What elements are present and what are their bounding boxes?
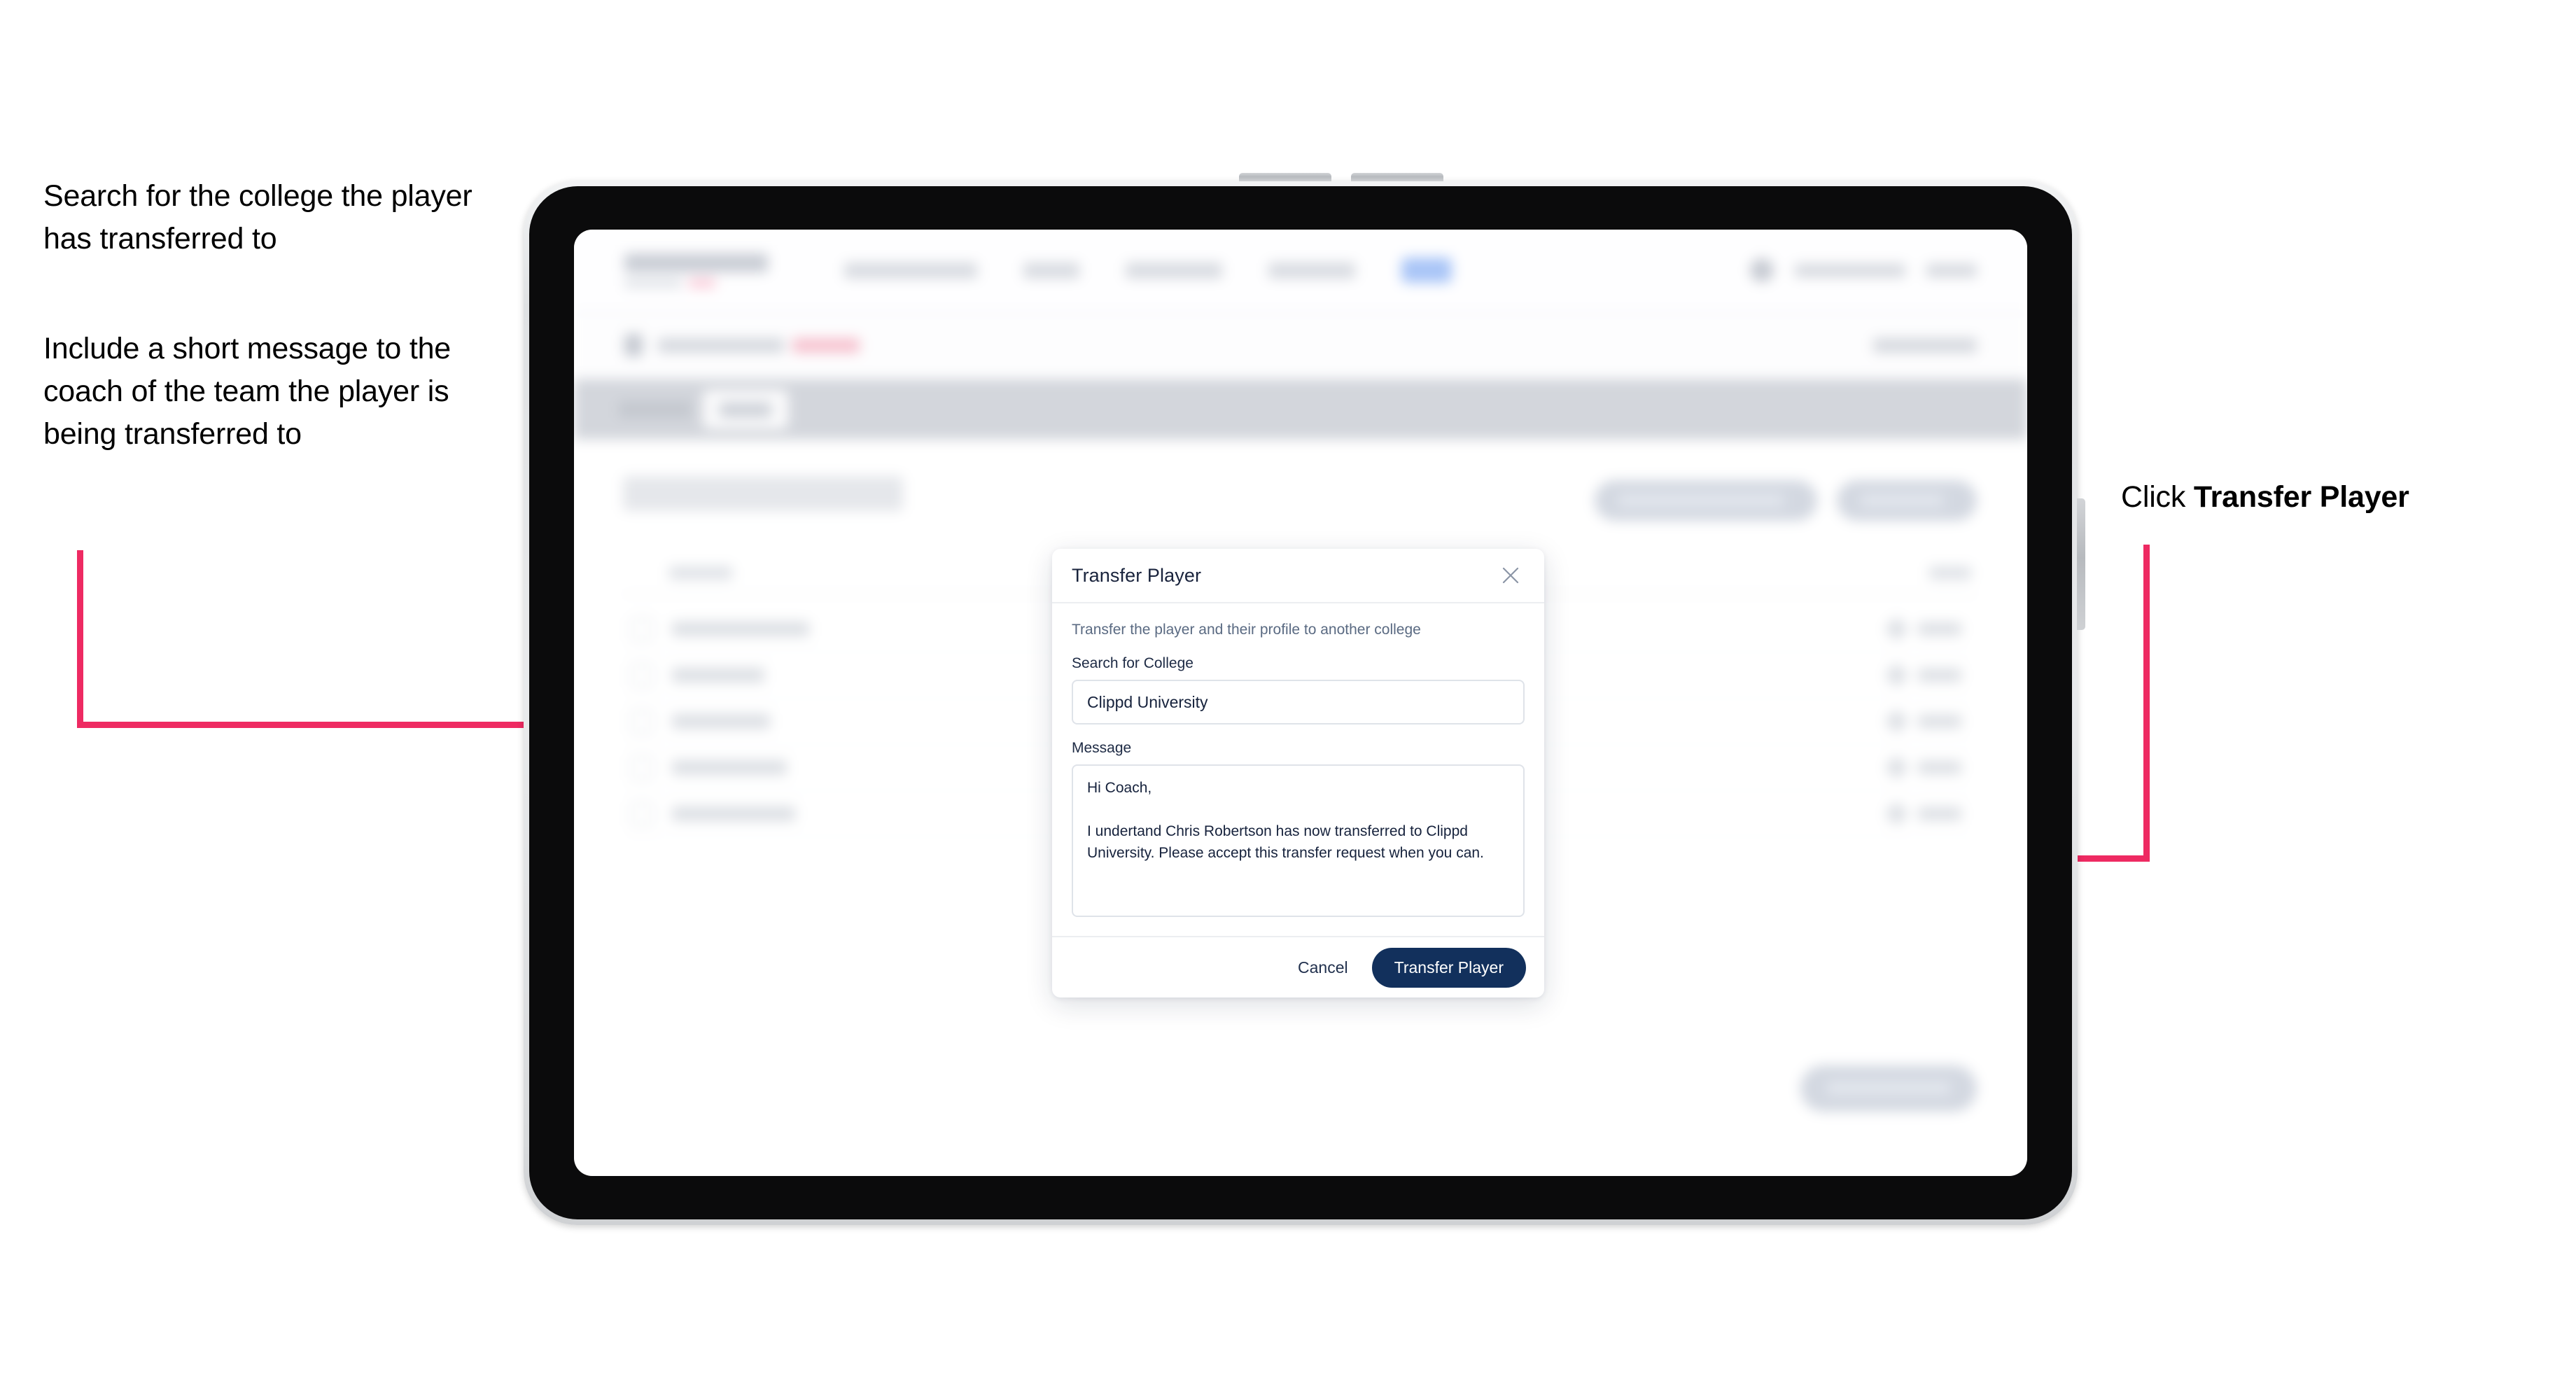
annotation-click-transfer: Click Transfer Player (2121, 476, 2576, 519)
player-name (672, 622, 809, 636)
power-button[interactable] (2077, 498, 2085, 630)
dialog-subtitle: Transfer the player and their profile to… (1072, 622, 1421, 638)
connector-right-vertical (2143, 545, 2150, 858)
edit-link[interactable] (1918, 622, 1961, 636)
row-checkbox[interactable] (630, 617, 654, 641)
close-icon[interactable] (1497, 561, 1525, 589)
college-field-label: Search for College (1072, 655, 1194, 671)
request-player-transfer-button[interactable] (1595, 480, 1817, 521)
logo-subtitle (624, 278, 785, 288)
nav-item-3[interactable] (1126, 262, 1222, 279)
nav-item-2[interactable] (1023, 262, 1079, 279)
dialog-title: Transfer Player (1072, 564, 1202, 586)
row-checkbox[interactable] (630, 710, 654, 734)
tablet-device-frame: Transfer Player Transfer the player and … (524, 173, 2085, 1225)
add-player-button[interactable] (1837, 480, 1977, 521)
message-textarea[interactable] (1072, 764, 1525, 917)
device-bezel: Transfer Player Transfer the player and … (529, 186, 2072, 1219)
field-spacer (1072, 724, 1525, 740)
volume-up-button[interactable] (1239, 173, 1331, 181)
logo-sub-text (624, 278, 682, 288)
message-field-label: Message (1072, 740, 1132, 756)
edit-pencil-icon[interactable] (1884, 616, 1910, 642)
breadcrumb-bar (574, 312, 2027, 379)
tab-inactive[interactable] (619, 401, 692, 418)
breadcrumb-cancel-link[interactable] (1873, 337, 1977, 353)
tab-roster[interactable] (703, 390, 788, 429)
edit-link[interactable] (1918, 761, 1961, 774)
column-header-edit (1929, 566, 1971, 580)
tabs-bar (574, 379, 2027, 440)
user-email-label (1795, 263, 1905, 277)
row-checkbox[interactable] (630, 756, 654, 780)
row-checkbox[interactable] (630, 802, 654, 826)
player-name (672, 760, 787, 775)
dialog-header: Transfer Player (1052, 549, 1544, 603)
avatar[interactable] (1750, 258, 1774, 282)
breadcrumb-label (658, 337, 784, 353)
logo-sub-badge (689, 278, 715, 288)
app-logo[interactable] (624, 253, 785, 288)
edit-link[interactable] (1918, 715, 1961, 728)
app-header (574, 230, 2027, 312)
player-name (672, 668, 764, 682)
edit-link[interactable] (1918, 807, 1961, 820)
volume-down-button[interactable] (1351, 173, 1443, 181)
page-title (623, 476, 903, 511)
edit-pencil-icon[interactable] (1884, 801, 1910, 827)
player-name (672, 714, 770, 729)
annotation-include-message: Include a short message to the coach of … (43, 332, 451, 451)
device-screen: Transfer Player Transfer the player and … (574, 230, 2027, 1176)
search-college-input[interactable] (1072, 680, 1525, 724)
nav-item-active[interactable] (1401, 258, 1452, 283)
screenshot-canvas: Search for the college the player has tr… (0, 0, 2576, 1386)
nav-item-4[interactable] (1268, 262, 1355, 279)
dialog-footer: Cancel Transfer Player (1052, 936, 1544, 997)
annotation-click-bold: Transfer Player (2193, 480, 2409, 514)
connector-left-vertical (77, 550, 83, 725)
edit-link[interactable] (1918, 668, 1961, 682)
row-checkbox[interactable] (630, 664, 654, 687)
nav-item-1[interactable] (844, 262, 977, 279)
annotation-search-college: Search for the college the player has tr… (43, 179, 472, 256)
column-header-name (669, 566, 732, 580)
main-nav (844, 258, 1452, 283)
annotation-click-prefix: Click (2121, 480, 2194, 514)
transfer-player-submit-button[interactable]: Transfer Player (1371, 947, 1526, 988)
edit-pencil-icon[interactable] (1884, 755, 1910, 780)
breadcrumb-icon (624, 334, 643, 356)
edit-pencil-icon[interactable] (1884, 662, 1910, 688)
breadcrumb-badge (792, 337, 860, 353)
save-roster-button[interactable] (1800, 1065, 1977, 1112)
header-user-area (1750, 258, 1977, 282)
transfer-player-dialog: Transfer Player Transfer the player and … (1052, 549, 1544, 997)
dialog-body: Transfer the player and their profile to… (1052, 603, 1544, 936)
player-name (672, 806, 795, 821)
logo-wordmark (624, 253, 768, 272)
sign-out-link[interactable] (1926, 263, 1977, 277)
cancel-button[interactable]: Cancel (1284, 950, 1362, 986)
edit-pencil-icon[interactable] (1884, 708, 1910, 734)
